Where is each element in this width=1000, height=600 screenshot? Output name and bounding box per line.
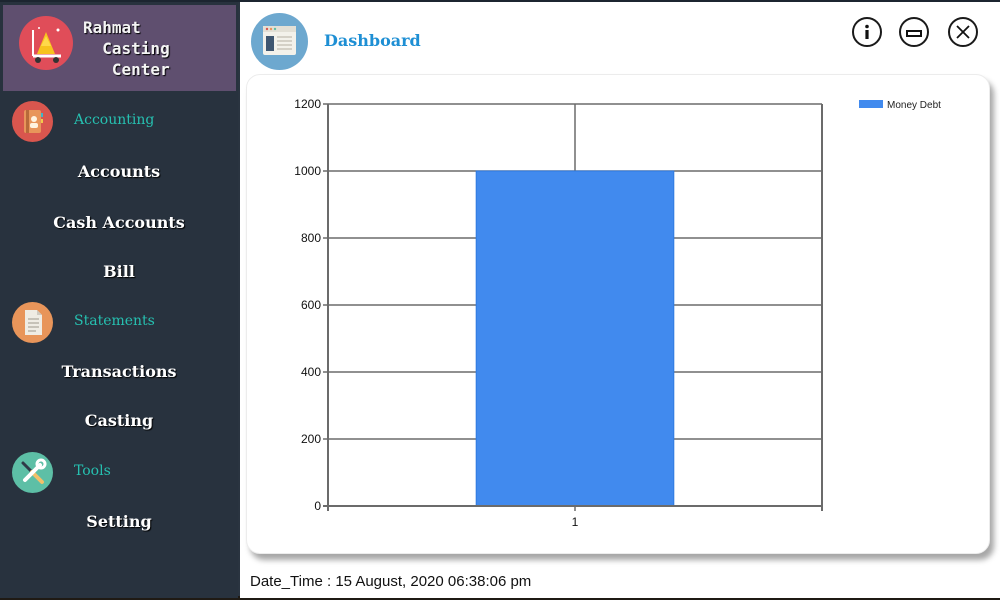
section-tools[interactable]: Tools bbox=[0, 452, 238, 493]
section-label: Tools bbox=[74, 463, 111, 479]
main-content: Dashboard 0 200 400 600 800 1000 1200 1 Money De… bbox=[240, 2, 1000, 598]
brand-name: Rahmat Casting Center bbox=[83, 18, 170, 79]
section-label: Statements bbox=[74, 313, 155, 329]
y-tick-label: 800 bbox=[301, 231, 321, 245]
close-button[interactable] bbox=[948, 17, 978, 47]
nav-item-cash-accounts[interactable]: Cash Accounts bbox=[0, 213, 238, 232]
y-tick-label: 1000 bbox=[294, 164, 321, 178]
info-button[interactable] bbox=[852, 17, 882, 47]
minimize-button[interactable] bbox=[899, 17, 929, 47]
x-tick-label: 1 bbox=[572, 515, 579, 529]
close-icon bbox=[956, 25, 970, 39]
nav-item-setting[interactable]: Setting bbox=[0, 512, 238, 531]
section-statements[interactable]: Statements bbox=[0, 302, 238, 343]
address-book-icon bbox=[12, 101, 53, 142]
nav-item-casting[interactable]: Casting bbox=[0, 411, 238, 430]
bar-chart: 0 200 400 600 800 1000 1200 1 Money Debt bbox=[294, 97, 941, 529]
y-tick-label: 200 bbox=[301, 432, 321, 446]
y-tick-label: 0 bbox=[314, 499, 321, 513]
section-label: Accounting bbox=[74, 112, 155, 128]
bar bbox=[475, 170, 675, 507]
brand-header: Rahmat Casting Center bbox=[3, 5, 236, 91]
nav-item-bill[interactable]: Bill bbox=[0, 262, 238, 281]
app-window: Rahmat Casting Center Accounting Account… bbox=[0, 0, 1000, 598]
info-icon bbox=[865, 24, 869, 39]
nav-item-transactions[interactable]: Transactions bbox=[0, 362, 238, 381]
browser-window-icon bbox=[251, 13, 308, 70]
gold-cart-icon bbox=[19, 16, 73, 70]
section-accounting[interactable]: Accounting bbox=[0, 101, 238, 142]
page-title: Dashboard bbox=[324, 31, 421, 50]
chart-card: 0 200 400 600 800 1000 1200 1 Money Debt bbox=[246, 74, 990, 554]
y-tick-label: 1200 bbox=[294, 97, 321, 111]
nav-item-accounts[interactable]: Accounts bbox=[0, 162, 238, 181]
y-tick-label: 600 bbox=[301, 298, 321, 312]
legend-swatch bbox=[859, 100, 883, 108]
legend-label: Money Debt bbox=[887, 100, 941, 111]
y-tick-label: 400 bbox=[301, 365, 321, 379]
minimize-icon bbox=[906, 30, 922, 37]
document-icon bbox=[12, 302, 53, 343]
status-bar: Date_Time : 15 August, 2020 06:38:06 pm bbox=[250, 573, 531, 590]
tools-icon bbox=[12, 452, 53, 493]
sidebar: Rahmat Casting Center Accounting Account… bbox=[0, 2, 238, 598]
datetime-value: 15 August, 2020 06:38:06 pm bbox=[335, 573, 532, 590]
datetime-label: Date_Time : bbox=[250, 573, 332, 590]
